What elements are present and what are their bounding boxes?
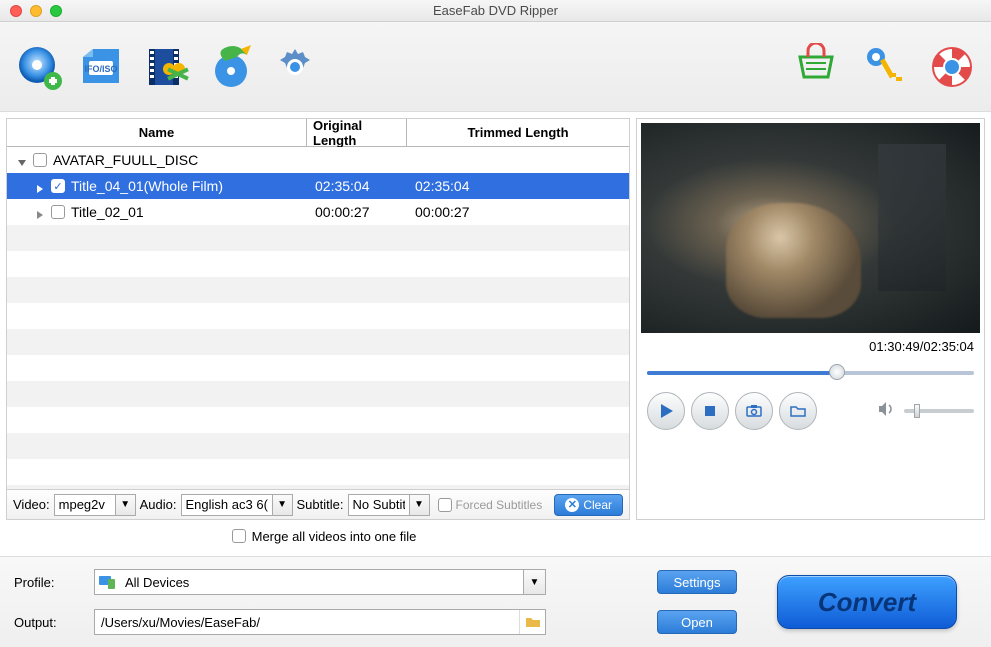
expand-toggle[interactable] — [35, 181, 45, 191]
row-orig: 02:35:04 — [307, 178, 407, 194]
close-icon: ✕ — [565, 498, 579, 512]
open-snapshot-folder-button[interactable] — [779, 392, 817, 430]
burn-dvd-button[interactable] — [206, 42, 256, 92]
merge-bar: Merge all videos into one file — [6, 520, 642, 546]
devices-icon — [95, 570, 119, 594]
row-checkbox[interactable] — [51, 205, 65, 219]
row-trim: 02:35:04 — [407, 178, 629, 194]
header-trimmed-length[interactable]: Trimmed Length — [407, 119, 629, 146]
convert-button[interactable]: Convert — [777, 575, 957, 629]
row-name: Title_02_01 — [71, 204, 144, 220]
playback-slider[interactable] — [647, 366, 974, 380]
play-button[interactable] — [647, 392, 685, 430]
row-checkbox[interactable] — [33, 153, 47, 167]
forced-subtitles-toggle[interactable]: Forced Subtitles — [438, 498, 543, 512]
chevron-down-icon[interactable]: ▼ — [272, 495, 292, 515]
row-trim: 00:00:27 — [407, 204, 629, 220]
table-row[interactable]: ✓ Title_04_01(Whole Film) 02:35:04 02:35… — [7, 173, 629, 199]
main-toolbar: IFO/ISO — [0, 22, 991, 112]
browse-output-button[interactable] — [519, 610, 545, 634]
preview-time: 01:30:49/02:35:04 — [641, 333, 980, 358]
register-button[interactable] — [859, 42, 909, 92]
profile-combo[interactable]: All Devices ▼ — [94, 569, 546, 595]
open-output-button[interactable]: Open — [657, 610, 737, 634]
svg-text:IFO/ISO: IFO/ISO — [84, 64, 117, 74]
edit-video-button[interactable] — [142, 42, 192, 92]
window-title: EaseFab DVD Ripper — [0, 3, 991, 18]
preview-panel: 01:30:49/02:35:04 — [636, 118, 985, 520]
video-label: Video: — [13, 497, 50, 512]
profile-settings-button[interactable]: Settings — [657, 570, 737, 594]
video-combo[interactable]: ▼ — [54, 494, 136, 516]
load-ifo-iso-button[interactable]: IFO/ISO — [78, 42, 128, 92]
chevron-down-icon[interactable]: ▼ — [523, 570, 545, 594]
titlebar: EaseFab DVD Ripper — [0, 0, 991, 22]
chevron-down-icon[interactable]: ▼ — [115, 495, 135, 515]
window-minimize-button[interactable] — [30, 5, 42, 17]
row-checkbox[interactable]: ✓ — [51, 179, 65, 193]
subtitle-value[interactable] — [349, 495, 409, 515]
output-label: Output: — [14, 615, 84, 630]
snapshot-button[interactable] — [735, 392, 773, 430]
chevron-down-icon[interactable]: ▼ — [409, 495, 429, 515]
window-zoom-button[interactable] — [50, 5, 62, 17]
output-path-input[interactable] — [95, 610, 519, 634]
merge-checkbox[interactable] — [232, 529, 246, 543]
video-value[interactable] — [55, 495, 115, 515]
audio-label: Audio: — [140, 497, 177, 512]
volume-icon[interactable] — [876, 399, 896, 424]
bottom-panel: Profile: All Devices ▼ Settings Convert … — [0, 556, 991, 647]
preview-image[interactable] — [641, 123, 980, 333]
audio-combo[interactable]: ▼ — [181, 494, 293, 516]
help-button[interactable] — [927, 42, 977, 92]
buy-button[interactable] — [791, 42, 841, 92]
merge-label: Merge all videos into one file — [252, 529, 417, 544]
forced-checkbox[interactable] — [438, 498, 452, 512]
profile-value: All Devices — [119, 570, 523, 594]
row-name: AVATAR_FUULL_DISC — [53, 152, 198, 168]
expand-toggle[interactable] — [17, 155, 27, 165]
clear-button[interactable]: ✕Clear — [554, 494, 623, 516]
subtitle-label: Subtitle: — [297, 497, 344, 512]
stop-button[interactable] — [691, 392, 729, 430]
row-orig: 00:00:27 — [307, 204, 407, 220]
title-list-panel: Name Original Length Trimmed Length AVAT… — [6, 118, 630, 520]
profile-label: Profile: — [14, 575, 84, 590]
window-close-button[interactable] — [10, 5, 22, 17]
header-original-length[interactable]: Original Length — [307, 119, 407, 146]
table-row[interactable]: Title_02_01 00:00:27 00:00:27 — [7, 199, 629, 225]
subtitle-combo[interactable]: ▼ — [348, 494, 430, 516]
volume-slider[interactable] — [904, 409, 974, 413]
settings-button[interactable] — [270, 42, 320, 92]
audio-value[interactable] — [182, 495, 272, 515]
header-name[interactable]: Name — [7, 119, 307, 146]
row-name: Title_04_01(Whole Film) — [71, 178, 223, 194]
load-dvd-button[interactable] — [14, 42, 64, 92]
expand-toggle[interactable] — [35, 207, 45, 217]
filter-bar: Video: ▼ Audio: ▼ Subtitle: ▼ Forced Sub… — [7, 489, 629, 519]
title-list-header: Name Original Length Trimmed Length — [7, 119, 629, 147]
output-field[interactable] — [94, 609, 546, 635]
title-list-rows: AVATAR_FUULL_DISC ✓ Title_04_01(Whole Fi… — [7, 147, 629, 489]
table-row[interactable]: AVATAR_FUULL_DISC — [7, 147, 629, 173]
